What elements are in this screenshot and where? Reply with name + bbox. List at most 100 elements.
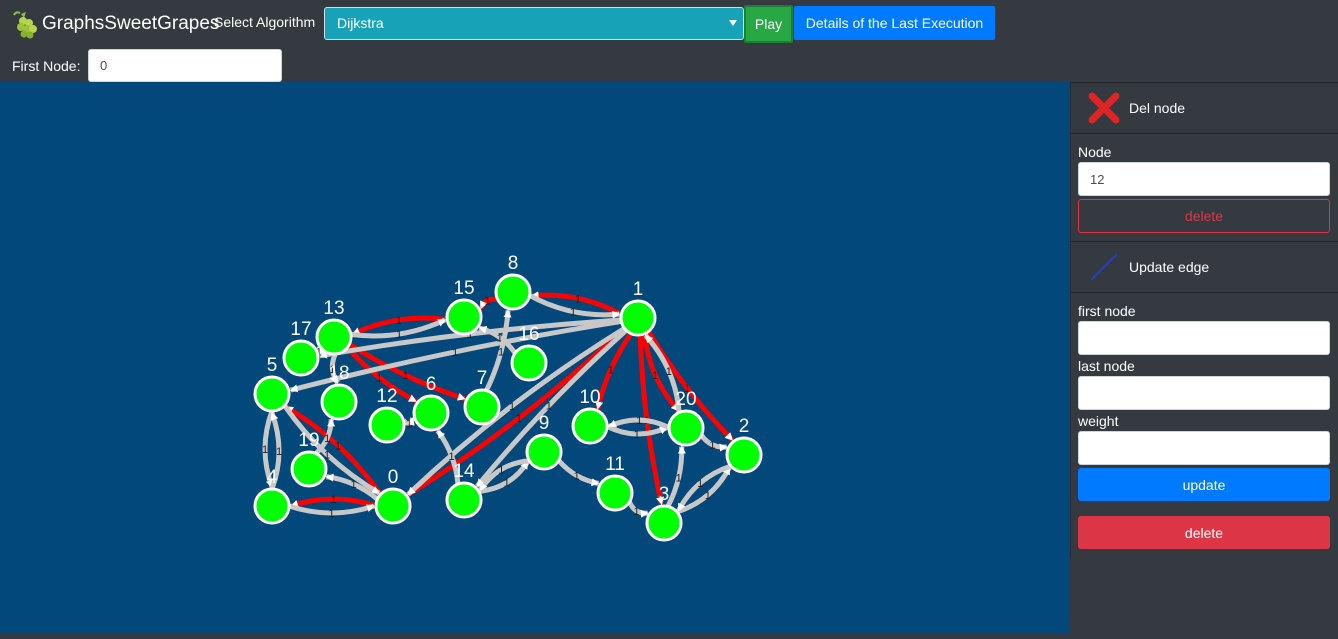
edge-weight-label: 1 [406, 418, 412, 430]
graph-node-18[interactable] [320, 383, 358, 421]
del-node-delete-button[interactable]: delete [1078, 199, 1330, 233]
graph-node-4[interactable] [253, 487, 291, 525]
graph-node-label: 20 [675, 389, 696, 410]
graph-node-label: 17 [290, 319, 311, 340]
graph-node-10[interactable] [571, 407, 609, 445]
edge-first-node-input[interactable] [1078, 321, 1330, 355]
graph-node-label: 8 [508, 253, 519, 274]
edge-weight-label: 1 [652, 370, 658, 382]
edge-weight-label: 1 [396, 315, 402, 327]
edge-weight-label: 1 [570, 307, 576, 319]
edge-weight-label: 1 [697, 478, 703, 490]
edge-weight-label: 1 [546, 401, 552, 413]
del-node-title: Del node [1129, 100, 1186, 116]
graph-canvas[interactable]: 1111111111111111111111111111111111111111… [0, 82, 1070, 634]
edge-weight-label: 1 [633, 506, 639, 518]
brand[interactable]: GraphsSweetGrapes [12, 8, 219, 40]
graph-node-12[interactable] [368, 406, 406, 444]
graph-node-16[interactable] [510, 344, 548, 382]
weight-field-label: weight [1078, 413, 1119, 429]
graph-node-15[interactable] [445, 298, 483, 336]
edge-weight-label: 1 [608, 364, 614, 376]
graph-node-7[interactable] [463, 388, 501, 426]
graph-node-3[interactable] [645, 504, 683, 542]
edge-line-icon [1090, 253, 1118, 281]
edge-weight-input[interactable] [1078, 431, 1330, 465]
close-icon [1088, 92, 1120, 124]
edge-weight-label: 1 [262, 444, 268, 456]
edge-weight-label: 1 [498, 464, 504, 476]
update-edge-header: Update edge [1071, 241, 1338, 293]
graph-node-label: 14 [453, 461, 475, 482]
edge-weight-label: 1 [634, 429, 640, 441]
app-title: GraphsSweetGrapes [42, 13, 220, 34]
top-navbar: GraphsSweetGrapes Select Algorithm Dijks… [0, 0, 1338, 82]
edge-weight-label: 1 [574, 470, 580, 482]
algorithm-select-value: Dijkstra [337, 15, 384, 31]
edge-weight-label: 1 [276, 446, 282, 458]
graph-node-label: 9 [539, 413, 550, 434]
edge-weight-label: 1 [350, 479, 356, 491]
edge-weight-label: 1 [709, 440, 715, 452]
graph-node-11[interactable] [596, 474, 634, 512]
grapes-logo-icon [13, 11, 37, 39]
graph-node-14[interactable] [445, 481, 483, 519]
play-button[interactable]: Play [744, 5, 793, 43]
edge-weight-label: 1 [509, 401, 515, 413]
graph-node-label: 0 [388, 467, 399, 488]
edge-weight-label: 1 [676, 472, 682, 484]
edge-last-node-input[interactable] [1078, 376, 1330, 410]
graph-svg[interactable]: 11111111111 111 111 111111 1111111 1111111111… [0, 82, 1070, 634]
edge-weight-label: 1 [324, 433, 330, 445]
graph-node-2[interactable] [725, 436, 763, 474]
side-panel: Del node Node 12 delete Update edge firs… [1070, 82, 1338, 558]
graph-node-8[interactable] [494, 273, 532, 311]
edge-weight-label: 1 [328, 508, 334, 520]
graph-node-label: 18 [328, 363, 349, 384]
graph-node-label: 4 [267, 467, 278, 488]
graph-node-1[interactable] [619, 299, 657, 337]
graph-node-label: 5 [267, 355, 278, 376]
edge-weight-label: 1 [376, 373, 382, 385]
first-node-input[interactable]: 0 [88, 49, 282, 82]
edge-2-3[interactable] [676, 463, 732, 512]
chevron-down-icon [729, 20, 737, 26]
edge-weight-label: 1 [504, 478, 510, 490]
graph-node-20[interactable] [667, 409, 705, 447]
edge-weight-label: 1 [498, 347, 504, 359]
edge-weight-label: 1 [705, 490, 711, 502]
edge-weight-label: 1 [335, 441, 341, 453]
algorithm-select[interactable]: Dijkstra [324, 7, 744, 40]
graph-node-5[interactable] [253, 375, 291, 413]
graph-node-label: 11 [605, 454, 625, 475]
graph-node-label: 12 [376, 386, 397, 407]
edge-weight-label: 1 [396, 329, 402, 341]
edge-weight-label: 1 [452, 347, 458, 359]
graph-node-label: 7 [477, 368, 488, 389]
update-edge-title: Update edge [1129, 259, 1210, 275]
graph-node-label: 2 [739, 416, 750, 437]
edge-weight-label: 1 [485, 295, 491, 307]
graph-node-label: 3 [659, 484, 670, 505]
details-last-execution-button[interactable]: Details of the Last Execution [794, 6, 995, 40]
update-edge-button[interactable]: update [1078, 468, 1330, 501]
graph-node-label: 13 [323, 298, 344, 319]
graph-node-13[interactable] [315, 318, 353, 356]
graph-node-9[interactable] [525, 433, 563, 471]
edge-weight-label: 1 [636, 415, 642, 427]
first-node-field-label: first node [1078, 303, 1136, 319]
graph-node-label: 6 [426, 374, 437, 395]
del-node-input[interactable]: 12 [1078, 162, 1330, 196]
graph-node-label: 10 [579, 387, 600, 408]
first-node-label: First Node: [12, 58, 81, 74]
algorithm-label: Select Algorithm [214, 14, 316, 30]
graph-node-0[interactable] [374, 487, 412, 525]
graph-node-17[interactable] [282, 339, 320, 377]
graph-node-6[interactable] [412, 394, 450, 432]
edge-weight-label: 1 [575, 293, 581, 305]
graph-node-label: 1 [633, 279, 644, 300]
graph-node-label: 16 [518, 324, 539, 345]
graph-node-19[interactable] [290, 450, 328, 488]
edge-weight-label: 1 [516, 413, 522, 425]
delete-edge-button[interactable]: delete [1078, 516, 1330, 549]
